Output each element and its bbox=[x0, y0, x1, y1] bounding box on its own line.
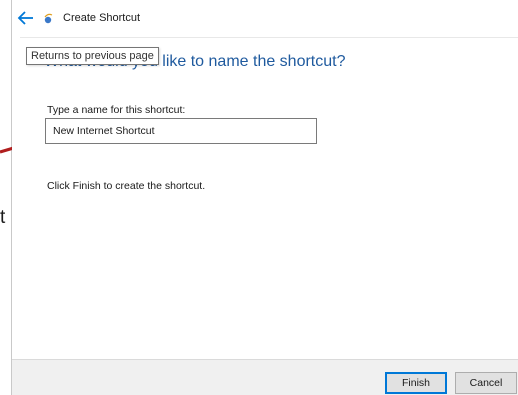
create-shortcut-dialog: Create Shortcut What would you like to n… bbox=[12, 0, 518, 395]
finish-button[interactable]: Finish bbox=[385, 372, 447, 394]
back-button-tooltip: Returns to previous page bbox=[26, 47, 159, 65]
shortcut-name-label: Type a name for this shortcut: bbox=[47, 104, 186, 116]
dialog-footer: Finish Cancel bbox=[12, 359, 518, 395]
screenshot-stage: t Create Shortcut What would you like to… bbox=[0, 0, 518, 395]
back-arrow-icon[interactable] bbox=[16, 9, 36, 27]
finish-instruction: Click Finish to create the shortcut. bbox=[47, 180, 206, 192]
cancel-button[interactable]: Cancel bbox=[455, 372, 517, 394]
window-title: Create Shortcut bbox=[63, 12, 141, 24]
title-bar: Create Shortcut bbox=[12, 0, 518, 38]
annotation-letter: t bbox=[0, 207, 6, 228]
shortcut-icon bbox=[44, 13, 53, 24]
title-divider bbox=[20, 37, 518, 38]
shortcut-name-input[interactable] bbox=[45, 118, 317, 144]
